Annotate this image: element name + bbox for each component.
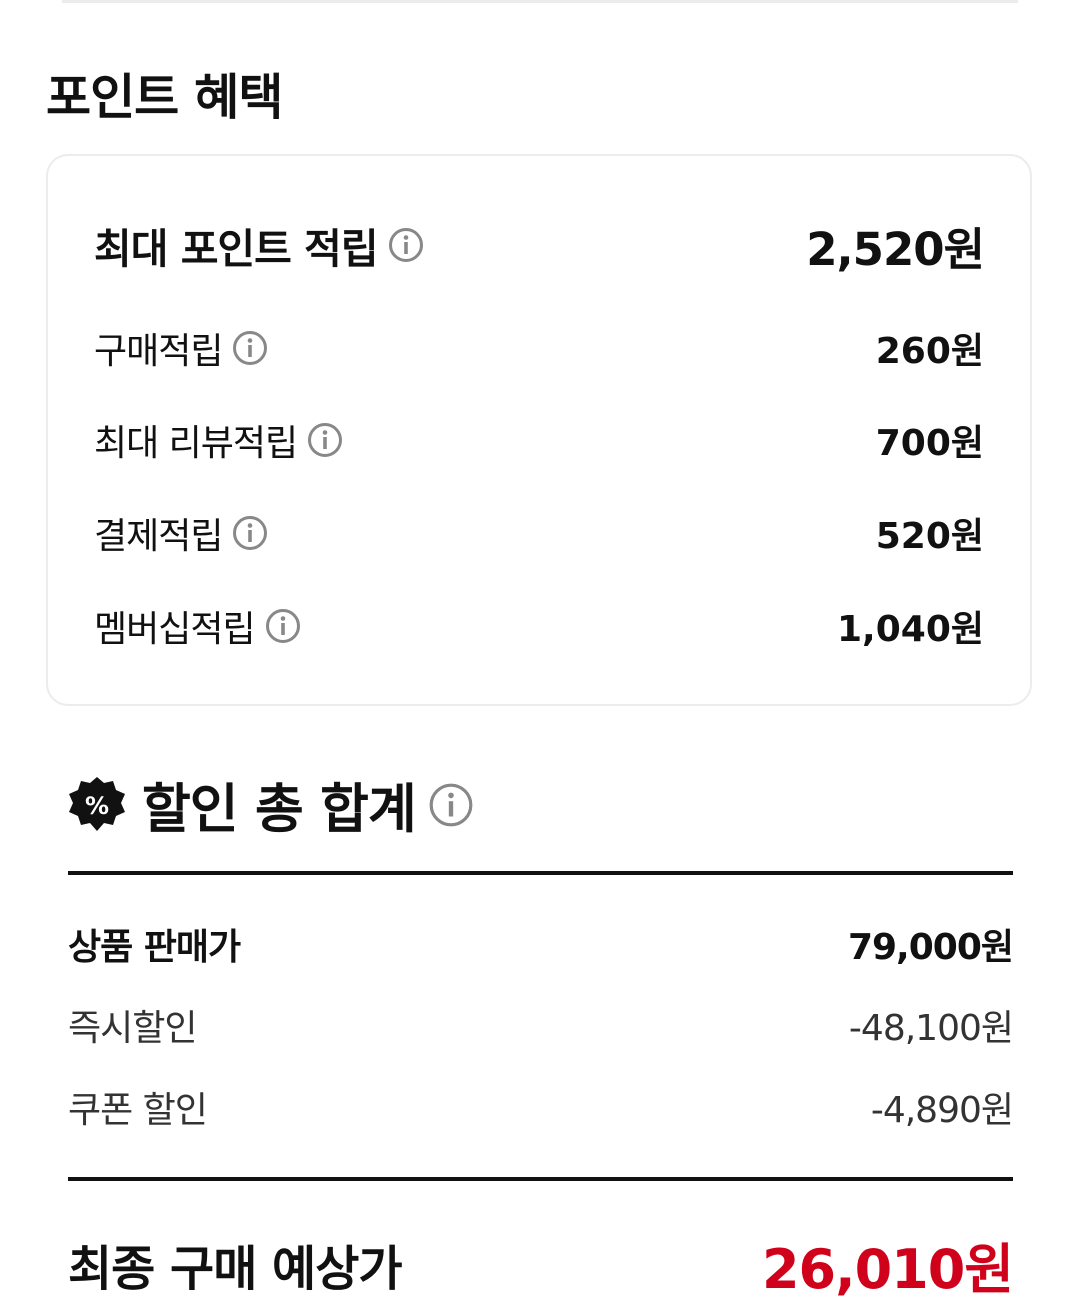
purchase-points-value: 260원 [875,331,984,372]
max-points-value: 2,520원 [806,222,985,276]
payment-points-row: 결제적립 520원 [94,503,984,563]
discount-badge-icon: % [69,777,125,831]
divider-top [68,871,1013,875]
discount-badge-symbol: % [85,792,109,820]
membership-points-row: 멤버십적립 1,040원 [94,596,984,656]
max-points-label: 최대 포인트 적립 [94,225,379,273]
price-label: 상품 판매가 [68,927,241,968]
info-icon[interactable] [265,608,301,644]
price-row: 상품 판매가 79,000원 [68,916,1014,972]
final-price-label: 최종 구매 예상가 [68,1241,403,1297]
info-icon[interactable] [307,422,343,458]
instant-discount-value: -48,100원 [848,1008,1014,1049]
info-icon[interactable] [232,330,268,366]
purchase-points-label: 구매적립 [94,331,223,372]
membership-points-value: 1,040원 [837,609,984,650]
review-points-label: 최대 리뷰적립 [94,423,298,464]
points-section-title: 포인트 혜택 [46,69,283,126]
max-points-row: 최대 포인트 적립 2,520원 [94,212,985,278]
final-price-row: 최종 구매 예상가 26,010원 [68,1228,1014,1301]
payment-points-value: 520원 [875,516,984,557]
info-icon[interactable] [232,515,268,551]
top-divider [62,0,1018,3]
final-price-value: 26,010원 [761,1237,1014,1301]
review-points-value: 700원 [875,423,984,464]
price-value: 79,000원 [847,927,1014,968]
discount-header: % 할인 총 합계 [68,765,474,845]
coupon-discount-row: 쿠폰 할인 -4,890원 [68,1079,1014,1135]
review-points-row: 최대 리뷰적립 700원 [94,410,984,470]
info-icon[interactable] [428,782,474,828]
membership-points-label: 멤버십적립 [94,609,256,650]
coupon-discount-label: 쿠폰 할인 [68,1090,208,1131]
purchase-points-row: 구매적립 260원 [94,318,984,378]
divider-bottom [68,1177,1013,1181]
instant-discount-row: 즉시할인 -48,100원 [68,997,1014,1053]
points-card: 최대 포인트 적립 2,520원 구매적립 260원 최대 리뷰적립 700원 … [46,154,1032,706]
info-icon[interactable] [388,227,424,263]
instant-discount-label: 즉시할인 [68,1008,197,1049]
payment-points-label: 결제적립 [94,516,223,557]
coupon-discount-value: -4,890원 [870,1090,1014,1131]
discount-total-title: 할인 총 합계 [142,779,417,840]
